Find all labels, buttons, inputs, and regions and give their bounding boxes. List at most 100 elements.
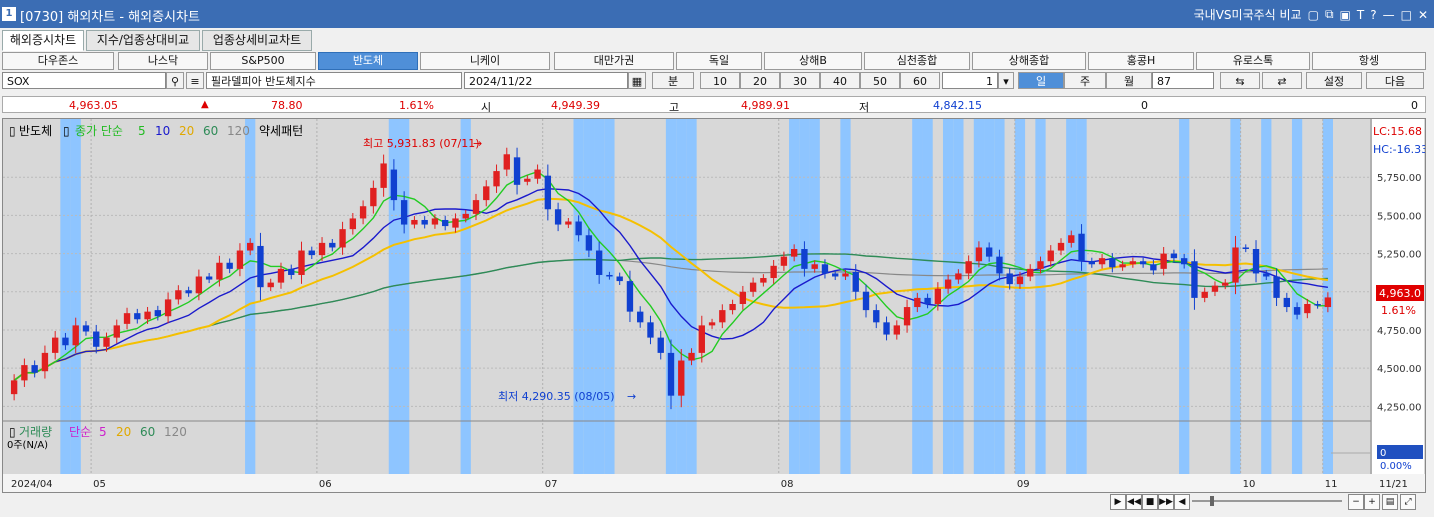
month-button[interactable]: 월 [1106, 72, 1152, 89]
candle-body [1252, 249, 1260, 274]
day-button[interactable]: 일 [1018, 72, 1064, 89]
market-semiconductor[interactable]: 반도체 [318, 52, 418, 70]
y-tick-label: 5,750.00 [1377, 173, 1422, 184]
vol-checkbox-icon[interactable]: ▯ [9, 425, 16, 439]
step-input[interactable]: 1 [942, 72, 998, 89]
compare-link[interactable]: 국내VS미국주식 비교 [1194, 6, 1302, 23]
zoom-out-icon[interactable]: ⇄ [1262, 72, 1302, 89]
candle-body [975, 247, 983, 262]
maximize-icon[interactable]: □ [1401, 8, 1412, 22]
candle-body [524, 178, 531, 182]
symbol-select[interactable]: SOX [2, 72, 166, 89]
market-hongkong-h[interactable]: 홍콩H [1088, 52, 1194, 70]
candle-body [1180, 258, 1188, 265]
candle-body [380, 163, 387, 188]
candle-body [1191, 261, 1198, 298]
candle-body [195, 276, 203, 294]
market-nikkei[interactable]: 니케이 [420, 52, 550, 70]
tab-sector-compare[interactable]: 업종상세비교차트 [202, 30, 312, 51]
price-chart[interactable]: ▯ 반도체 ▯ 종가 단순 5 10 20 60 120 약세패턴 최고 5,9… [3, 119, 1425, 492]
market-nasdaq[interactable]: 나스닥 [118, 52, 208, 70]
tile-icon[interactable]: ▣ [1340, 8, 1351, 22]
x-axis-panel [3, 474, 1425, 492]
scroll-right-icon[interactable]: ▶ [1110, 494, 1126, 510]
minute-button[interactable]: 분 [652, 72, 694, 89]
interval-10[interactable]: 10 [700, 72, 740, 89]
symbol-list-icon[interactable]: ≡ [186, 72, 204, 89]
pin-icon[interactable]: T [1357, 8, 1364, 22]
fast-forward-icon[interactable]: ▶▶ [1158, 494, 1174, 510]
market-hangseng[interactable]: 항셍 [1312, 52, 1426, 70]
interval-60[interactable]: 60 [900, 72, 940, 89]
candle-body [308, 250, 315, 256]
scroll-left-icon[interactable]: ◀ [1174, 494, 1190, 510]
date-input[interactable]: 2024/11/22 [464, 72, 628, 89]
open-label: 시 [481, 101, 492, 114]
week-button[interactable]: 주 [1064, 72, 1106, 89]
calendar-icon[interactable]: ▦ [628, 72, 646, 89]
vol-sub-label: 0주(N/A) [7, 440, 48, 451]
candle-body [503, 154, 510, 170]
rewind-icon[interactable]: ◀◀ [1126, 494, 1142, 510]
close-icon[interactable]: ✕ [1418, 8, 1428, 22]
candle-body [883, 322, 890, 335]
zoom-plus-icon[interactable]: + [1364, 494, 1380, 510]
settings-button[interactable]: 설정 [1306, 72, 1362, 89]
copy-icon[interactable]: ⧉ [1325, 7, 1334, 22]
tab-overseas-chart[interactable]: 해외증시차트 [2, 30, 84, 51]
x-tick-label: 07 [545, 479, 558, 490]
symbol-name: 필라델피아 반도체지수 [206, 72, 462, 89]
window-icon[interactable]: ▢ [1308, 8, 1319, 22]
candle-body [1098, 258, 1106, 265]
expand-icon[interactable]: ⤢ [1400, 494, 1416, 510]
candle-body [637, 311, 644, 323]
market-eurostoxx[interactable]: 유로스톡 [1196, 52, 1310, 70]
zoom-in-icon[interactable]: ⇆ [1220, 72, 1260, 89]
candle-body [359, 206, 367, 219]
candle-body [52, 337, 59, 353]
panel-icon[interactable]: ▤ [1382, 494, 1398, 510]
market-taiwan[interactable]: 대만가권 [554, 52, 674, 70]
app-icon: 1 [2, 7, 16, 21]
step-spinner-icon[interactable]: ▾ [998, 72, 1014, 89]
chart-area[interactable]: ▯ 반도체 ▯ 종가 단순 5 10 20 60 120 약세패턴 최고 5,9… [2, 118, 1426, 493]
interval-30[interactable]: 30 [780, 72, 820, 89]
candle-body [113, 325, 120, 338]
candle-body [144, 311, 151, 320]
market-shanghai-comp[interactable]: 상해종합 [972, 52, 1086, 70]
minimize-icon[interactable]: — [1383, 8, 1395, 22]
candle-body [164, 299, 172, 317]
market-sp500[interactable]: S&P500 [210, 52, 316, 70]
legend-ma120: 120 [227, 124, 250, 138]
candle-body [1314, 304, 1321, 306]
zoom-slider-track[interactable] [1192, 500, 1342, 502]
market-dow[interactable]: 다우존스 [2, 52, 114, 70]
interval-50[interactable]: 50 [860, 72, 900, 89]
candle-body [298, 250, 305, 275]
search-icon[interactable]: ⚲ [166, 72, 184, 89]
candle-body [965, 261, 972, 274]
tab-index-compare[interactable]: 지수/업종상대비교 [86, 30, 200, 51]
interval-20[interactable]: 20 [740, 72, 780, 89]
candle-body [1211, 285, 1219, 292]
candle-body [729, 304, 736, 311]
count-input[interactable]: 87 [1152, 72, 1214, 89]
stop-icon[interactable]: ■ [1142, 494, 1158, 510]
candle-body [647, 322, 654, 338]
legend-series-name: 반도체 [19, 124, 52, 138]
high-arrow-icon: → [473, 137, 482, 150]
zoom-minus-icon[interactable]: − [1348, 494, 1364, 510]
interval-40[interactable]: 40 [820, 72, 860, 89]
change-percent: 1.61% [399, 99, 434, 112]
market-germany[interactable]: 독일 [676, 52, 762, 70]
window-title: [0730] 해외차트 - 해외증시차트 [20, 10, 200, 25]
legend-checkbox-icon[interactable]: ▯ [9, 124, 16, 138]
next-button[interactable]: 다음 [1366, 72, 1424, 89]
pct-tag: 1.61% [1381, 304, 1416, 317]
legend-ma-checkbox-icon[interactable]: ▯ [63, 124, 70, 138]
market-shanghai-b[interactable]: 상해B [764, 52, 862, 70]
market-shenzhen[interactable]: 심천종합 [864, 52, 970, 70]
help-icon[interactable]: ? [1370, 8, 1376, 22]
candle-body [41, 352, 49, 372]
zoom-slider-thumb[interactable] [1210, 496, 1214, 506]
